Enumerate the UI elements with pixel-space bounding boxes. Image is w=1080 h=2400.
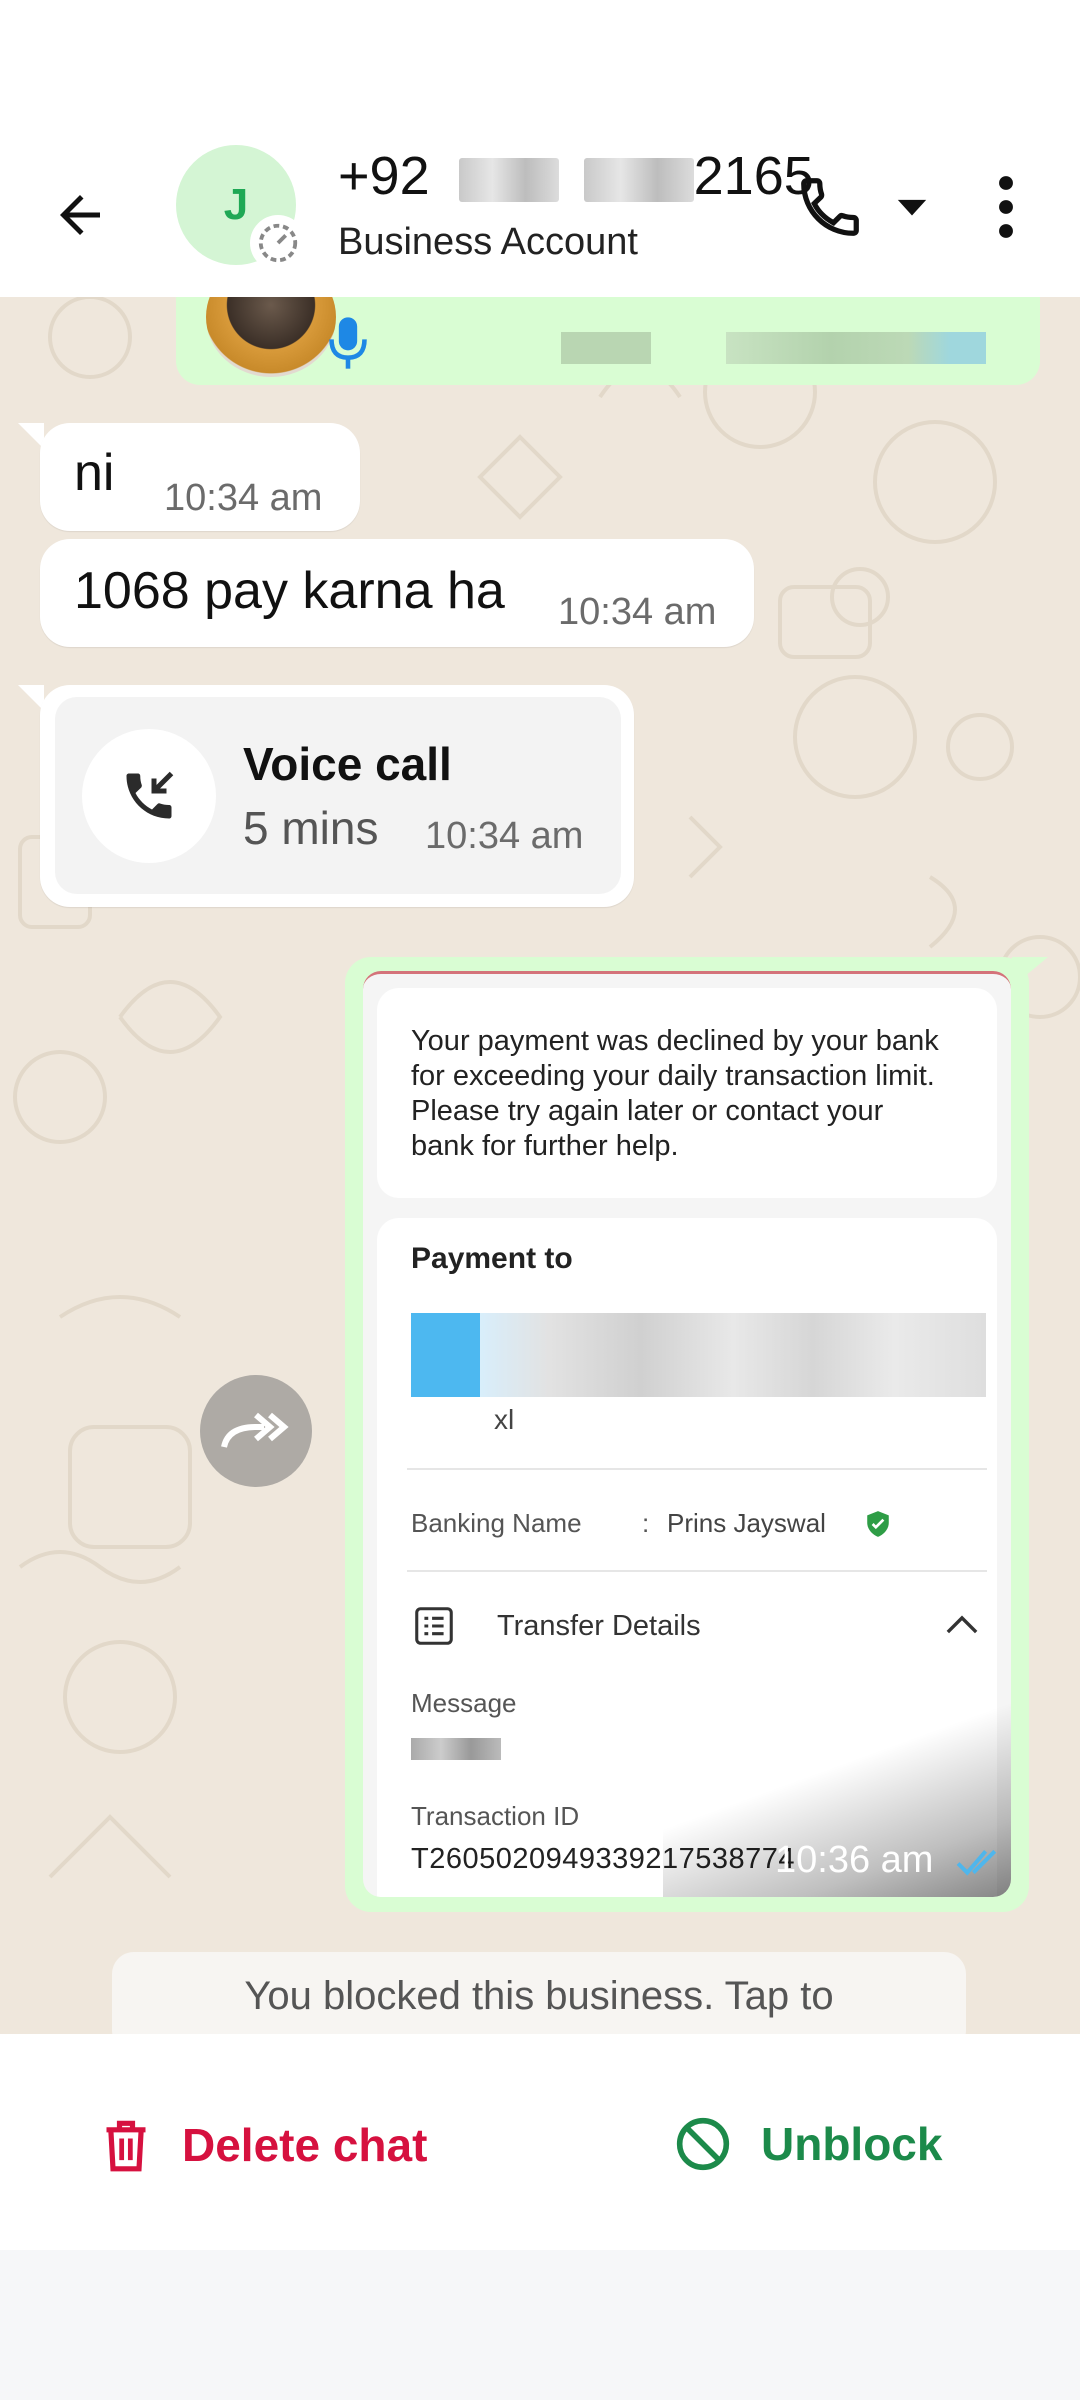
- blocked-notice-text: You blocked this business. Tap to: [244, 1974, 834, 2018]
- message-time: 10:36 am: [775, 1839, 934, 1881]
- forward-button[interactable]: [200, 1375, 312, 1487]
- more-options-button[interactable]: [976, 167, 1036, 247]
- decline-card: Your payment was declined by your bank f…: [377, 988, 997, 1198]
- voice-note-sender-avatar: [206, 297, 336, 377]
- banking-name-value: Prins Jayswal: [667, 1508, 826, 1538]
- status-bar-area: [0, 0, 1080, 135]
- voice-call-button[interactable]: [790, 167, 870, 247]
- timer-icon: [258, 223, 298, 263]
- back-button[interactable]: [40, 175, 120, 255]
- receipt-list-icon: [415, 1607, 453, 1645]
- redacted-payee: [411, 1313, 986, 1397]
- banking-name-label: Banking Name: [411, 1508, 582, 1538]
- banking-name-colon: :: [642, 1508, 650, 1538]
- chat-header: J +92 2165 Business Account: [0, 135, 1080, 297]
- voice-note-waveform: [561, 332, 651, 364]
- phone-icon: [801, 178, 859, 236]
- message-time: 10:34 am: [425, 815, 584, 857]
- blocked-notice[interactable]: You blocked this business. Tap to: [112, 1952, 966, 2034]
- blocked-actions-bar: Delete chat Unblock: [0, 2034, 1080, 2250]
- delete-chat-button[interactable]: Delete chat: [100, 2116, 427, 2174]
- incoming-message[interactable]: 1068 pay karna ha 10:34 am: [40, 539, 754, 647]
- payment-to-label: Payment to: [411, 1242, 573, 1275]
- trash-icon: [106, 2120, 146, 2172]
- transaction-id-label: Transaction ID: [411, 1801, 580, 1831]
- call-duration: 5 mins: [243, 802, 379, 854]
- arrow-left-icon: [60, 195, 100, 235]
- unblock-label: Unblock: [761, 2118, 943, 2170]
- redacted-number: [458, 157, 559, 202]
- chevron-up-icon: [946, 1615, 978, 1634]
- incoming-call-icon: [126, 771, 174, 819]
- decline-message: Your payment was declined by your bank f…: [411, 1025, 939, 1162]
- contact-avatar[interactable]: J: [176, 145, 306, 271]
- contact-name[interactable]: +92 2165: [338, 145, 814, 207]
- message-text: ni: [74, 444, 115, 502]
- voice-note-message[interactable]: [176, 297, 1040, 385]
- outgoing-image-message[interactable]: Your payment was declined by your bank f…: [345, 957, 1029, 1912]
- payee-subtext: xl: [494, 1404, 515, 1435]
- message-label: Message: [411, 1688, 517, 1718]
- redacted-number: [583, 157, 694, 202]
- divider: [407, 1468, 987, 1470]
- avatar-letter: J: [223, 180, 249, 229]
- forward-icon: [221, 1412, 289, 1448]
- unblock-button[interactable]: Unblock: [675, 2116, 942, 2172]
- system-navigation-area: [0, 2250, 1080, 2400]
- redacted-message: [411, 1738, 501, 1760]
- chat-messages-area[interactable]: ni 10:34 am 1068 pay karna ha 10:34 am V…: [0, 297, 1080, 2034]
- contact-subtitle: Business Account: [338, 221, 638, 263]
- read-receipt-icon: [956, 1849, 997, 1876]
- block-icon: [676, 2117, 730, 2171]
- transfer-details-label: Transfer Details: [497, 1610, 701, 1642]
- voice-call-card[interactable]: Voice call 5 mins 10:34 am: [55, 697, 621, 894]
- microphone-icon: [329, 317, 367, 369]
- kebab-menu-icon: [999, 176, 1013, 238]
- message-time: 10:34 am: [558, 591, 717, 633]
- call-options-dropdown[interactable]: [892, 187, 932, 227]
- contact-name-prefix: +92: [338, 146, 430, 206]
- verified-shield-icon: [867, 1511, 889, 1537]
- call-icon-circle: [82, 729, 216, 863]
- message-time: 10:34 am: [164, 477, 323, 519]
- incoming-message[interactable]: ni 10:34 am: [40, 423, 360, 531]
- divider: [407, 1570, 987, 1572]
- delete-chat-label: Delete chat: [182, 2119, 428, 2171]
- call-title: Voice call: [243, 738, 452, 790]
- payment-screenshot-image[interactable]: Your payment was declined by your bank f…: [363, 971, 1011, 1897]
- voice-note-waveform: [726, 332, 986, 364]
- caret-down-icon: [897, 199, 927, 216]
- disappearing-timer-badge: [250, 215, 306, 271]
- message-text: 1068 pay karna ha: [74, 562, 505, 620]
